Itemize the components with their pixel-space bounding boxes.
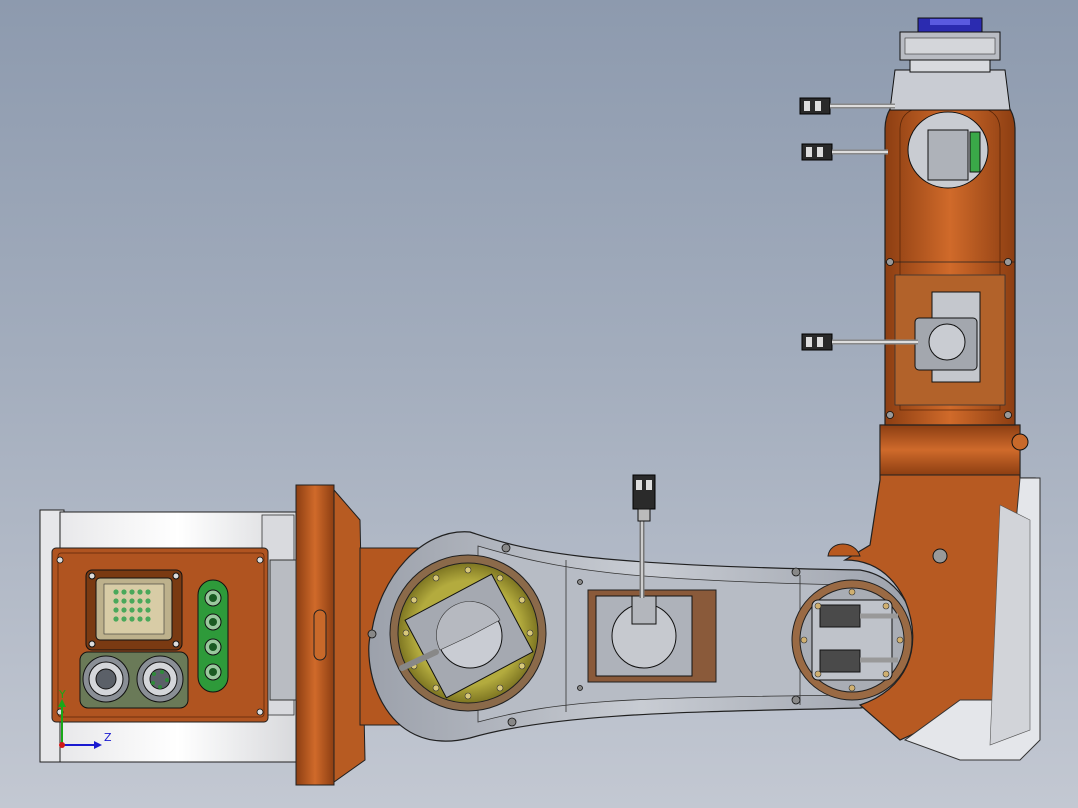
upper-arm: [884, 89, 1016, 426]
cad-viewport[interactable]: Y Z: [0, 0, 1078, 808]
joint2-motor: [389, 554, 547, 712]
access-cover: [587, 520, 717, 683]
joint3-elbow: [791, 579, 913, 701]
tool-flange-icon[interactable]: [917, 17, 983, 33]
cable-connector-icon[interactable]: [632, 474, 656, 522]
wrist-assembly: [889, 17, 1011, 111]
cable-connector-icon[interactable]: [799, 97, 895, 115]
triad-z-label: Z: [104, 731, 112, 744]
round-connector-icon[interactable]: [79, 651, 189, 709]
multi-pin-connector-icon[interactable]: [85, 569, 183, 651]
cable-connector-icon[interactable]: [801, 143, 888, 161]
triad-y-label: Y: [59, 688, 66, 701]
robot-arm-model[interactable]: [0, 0, 1078, 808]
connector-panel: [51, 547, 269, 723]
pneumatic-ports-icon[interactable]: [197, 579, 229, 693]
